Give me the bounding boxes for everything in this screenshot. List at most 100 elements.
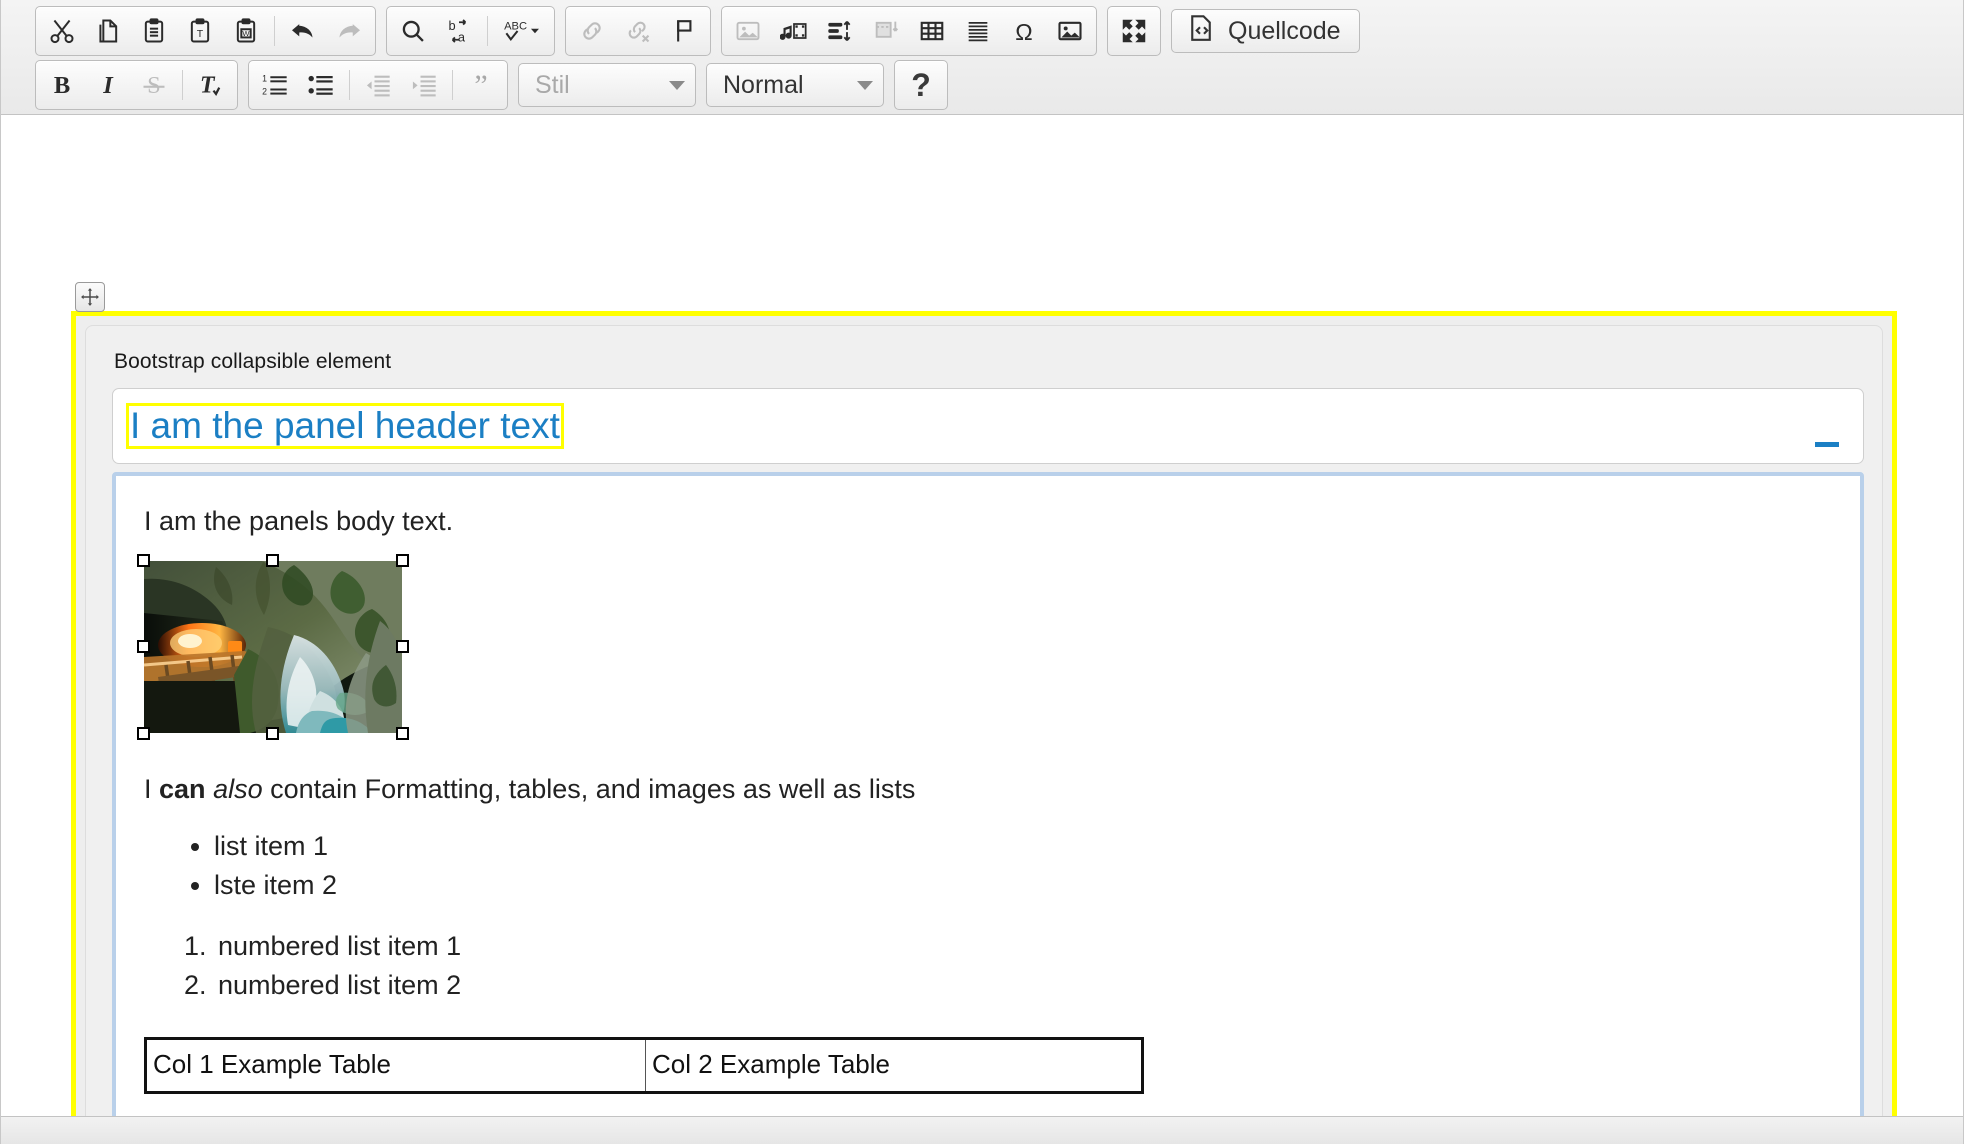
gorge-photo[interactable] <box>144 561 402 733</box>
bulleted-list-icon[interactable] <box>298 63 344 107</box>
editing-canvas[interactable]: Bootstrap collapsible element I am the p… <box>1 115 1963 1116</box>
maximize-icon[interactable] <box>1111 9 1157 53</box>
numbered-list: numbered list item 1 numbered list item … <box>142 931 1830 1001</box>
bootstrap-panel: Bootstrap collapsible element I am the p… <box>85 325 1883 1116</box>
chevron-down-icon <box>669 80 685 90</box>
paragraph-format-value: Normal <box>723 70 804 99</box>
numbered-list-icon[interactable]: 1 2 <box>252 63 298 107</box>
table-icon[interactable] <box>909 9 955 53</box>
toolbar-separator <box>452 70 453 100</box>
toolbar-group-help: ? <box>894 60 948 110</box>
blockquote-icon[interactable]: ” <box>458 63 504 107</box>
toolbar-group-clipboard: T W <box>35 6 376 56</box>
formatting-suffix: contain Formatting, tables, and images a… <box>262 774 916 804</box>
panel-body[interactable]: I am the panels body text. I can also co… <box>112 472 1864 1116</box>
widget-caption: Bootstrap collapsible element <box>114 350 392 373</box>
resize-handle-top-right[interactable] <box>396 554 409 567</box>
editor-toolbar: T W b a ABC Ω Quellcode B I S T 1 2 ” St… <box>1 0 1963 115</box>
svg-text:W: W <box>242 29 250 38</box>
horizontal-rule-icon[interactable] <box>955 9 1001 53</box>
cut-icon[interactable] <box>39 9 85 53</box>
insert-image-icon[interactable] <box>1047 9 1093 53</box>
list-item: list item 1 <box>214 831 1830 862</box>
replace-icon[interactable]: b a <box>436 9 482 53</box>
selected-widget-frame[interactable]: Bootstrap collapsible element I am the p… <box>71 311 1897 1116</box>
toolbar-group-find: b a ABC <box>386 6 555 56</box>
svg-text:T: T <box>197 28 204 40</box>
resize-handle-bottom-left[interactable] <box>137 727 150 740</box>
table-cell-col2[interactable]: Col 2 Example Table <box>645 1038 1143 1093</box>
table-row: Col 1 Example Table Col 2 Example Table <box>145 1038 1143 1093</box>
search-icon[interactable] <box>390 9 436 53</box>
formatting-bold: can <box>159 774 206 804</box>
resize-handle-bottom-right[interactable] <box>396 727 409 740</box>
paste-icon[interactable] <box>131 9 177 53</box>
toolbar-row-2: B I S T 1 2 ” Stil Normal ? <box>35 58 1957 112</box>
redo-icon[interactable] <box>326 9 372 53</box>
style-select-value: Stil <box>535 70 570 99</box>
chevron-down-icon <box>857 80 873 90</box>
paragraph-format-select[interactable]: Normal <box>706 63 884 107</box>
svg-text:”: ” <box>474 70 487 100</box>
svg-text:a: a <box>458 30 466 45</box>
source-code-icon <box>1186 13 1216 50</box>
bold-icon[interactable]: B <box>39 63 85 107</box>
italic-icon[interactable]: I <box>85 63 131 107</box>
resize-handle-middle-right[interactable] <box>396 640 409 653</box>
unlink-icon[interactable] <box>615 9 661 53</box>
example-table[interactable]: Col 1 Example Table Col 2 Example Table <box>144 1037 1144 1094</box>
toolbar-group-insert: Ω <box>721 6 1097 56</box>
special-character-icon[interactable]: Ω <box>1001 9 1047 53</box>
image-icon[interactable] <box>725 9 771 53</box>
toolbar-row-1: T W b a ABC Ω Quellcode <box>35 4 1957 58</box>
undo-icon[interactable] <box>280 9 326 53</box>
strikethrough-icon[interactable]: S <box>131 63 177 107</box>
remove-format-icon[interactable]: T <box>188 63 234 107</box>
toolbar-separator <box>274 16 275 46</box>
page-break-icon[interactable] <box>863 9 909 53</box>
toolbar-separator <box>182 70 183 100</box>
toolbar-separator <box>487 16 488 46</box>
svg-text:Ω: Ω <box>1015 19 1032 45</box>
panel-header-text[interactable]: I am the panel header text <box>126 403 564 449</box>
toolbar-group-paragraph: 1 2 ” <box>248 60 508 110</box>
help-button[interactable]: ? <box>898 63 944 107</box>
resize-handle-top-center[interactable] <box>266 554 279 567</box>
outdent-icon[interactable] <box>355 63 401 107</box>
move-widget-handle[interactable] <box>75 282 105 312</box>
formatting-italic: also <box>213 774 263 804</box>
svg-text:b: b <box>449 18 456 33</box>
indent-icon[interactable] <box>401 63 447 107</box>
table-cell-col1[interactable]: Col 1 Example Table <box>145 1038 646 1093</box>
source-code-label: Quellcode <box>1228 16 1341 45</box>
toolbar-group-maximize <box>1107 6 1161 56</box>
panel-header[interactable]: I am the panel header text <box>112 388 1864 464</box>
widget-list-icon[interactable] <box>817 9 863 53</box>
paste-from-word-icon[interactable]: W <box>223 9 269 53</box>
svg-text:1: 1 <box>262 74 267 84</box>
media-icon[interactable] <box>771 9 817 53</box>
resize-handle-bottom-center[interactable] <box>266 727 279 740</box>
selected-image[interactable] <box>137 554 409 740</box>
anchor-flag-icon[interactable] <box>661 9 707 53</box>
list-item: numbered list item 1 <box>214 931 1830 962</box>
style-select[interactable]: Stil <box>518 63 696 107</box>
toolbar-group-link <box>565 6 711 56</box>
link-icon[interactable] <box>569 9 615 53</box>
copy-icon[interactable] <box>85 9 131 53</box>
list-item: lste item 2 <box>214 870 1830 901</box>
svg-text:S: S <box>147 72 161 99</box>
source-code-button[interactable]: Quellcode <box>1171 9 1360 53</box>
spellcheck-icon[interactable]: ABC <box>493 9 551 53</box>
help-icon: ? <box>911 66 931 103</box>
collapse-toggle-icon[interactable] <box>1815 442 1839 447</box>
resize-handle-top-left[interactable] <box>137 554 150 567</box>
toolbar-group-basic-styles: B I S T <box>35 60 238 110</box>
paste-as-plain-text-icon[interactable]: T <box>177 9 223 53</box>
svg-text:2: 2 <box>262 86 267 96</box>
svg-text:ABC: ABC <box>504 20 527 32</box>
formatting-prefix: I <box>144 774 160 804</box>
svg-text:B: B <box>54 72 70 99</box>
rich-text-editor: T W b a ABC Ω Quellcode B I S T 1 2 ” St… <box>0 0 1964 1144</box>
resize-handle-middle-left[interactable] <box>137 640 150 653</box>
